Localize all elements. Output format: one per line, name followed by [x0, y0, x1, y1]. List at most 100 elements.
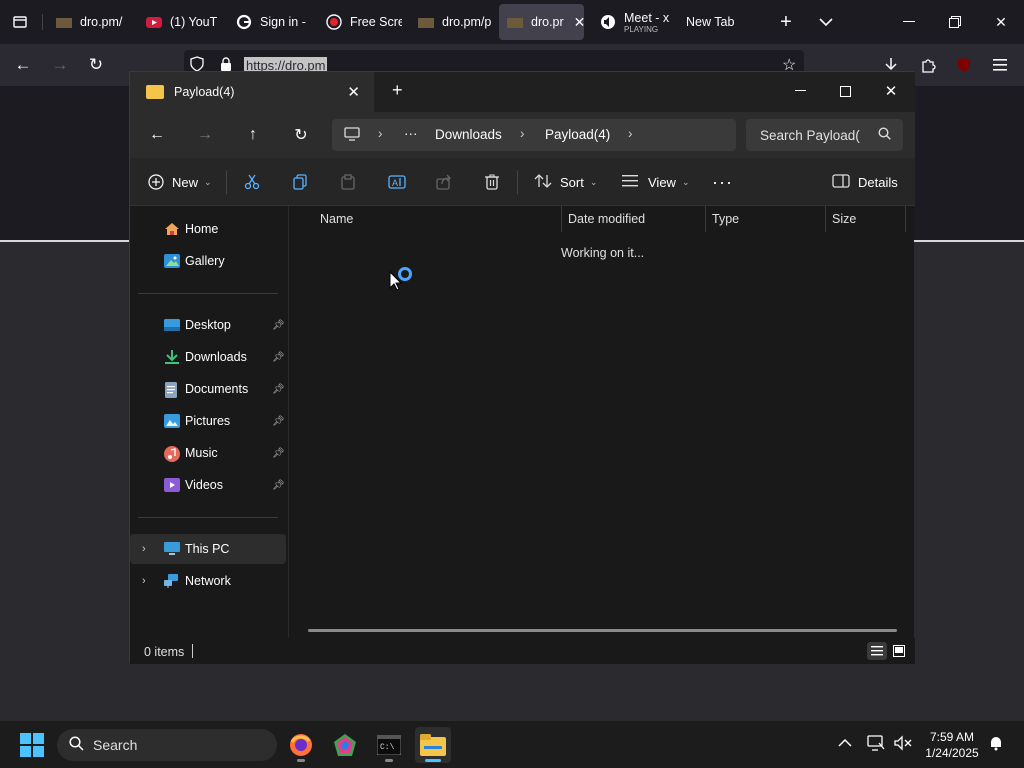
show-hidden-icons-chevron-up-icon[interactable] [838, 735, 852, 751]
sidebar-item-videos[interactable]: Videos 📌︎ [130, 470, 286, 500]
column-divider[interactable] [905, 206, 906, 232]
app-taskbar-icon[interactable] [327, 727, 363, 763]
details-button[interactable]: Details [832, 170, 898, 194]
hamburger-menu-icon[interactable] [985, 51, 1015, 79]
ublock-icon[interactable] [949, 51, 979, 79]
column-header-date-modified[interactable]: Date modified [568, 212, 645, 226]
documents-icon [164, 382, 180, 398]
restore-icon[interactable] [932, 0, 978, 44]
address-bar[interactable]: › ··· Downloads › Payload(4) › [332, 119, 736, 151]
speaker-icon[interactable] [600, 14, 616, 30]
column-header-type[interactable]: Type [712, 212, 739, 226]
delete-icon[interactable] [484, 170, 500, 194]
refresh-icon[interactable]: ↻ [286, 121, 316, 149]
forward-arrow-icon[interactable]: → [45, 51, 75, 79]
forward-arrow-icon[interactable]: → [190, 121, 220, 149]
chevron-right-icon[interactable]: › [628, 126, 633, 141]
sidebar-item-desktop[interactable]: Desktop 📌︎ [130, 310, 286, 340]
browser-tab[interactable]: dro.pm/ [48, 4, 130, 40]
firefox-taskbar-icon[interactable] [283, 727, 319, 763]
chevron-right-icon[interactable]: › [142, 575, 146, 587]
sidebar-item-this-pc[interactable]: › This PC [130, 534, 286, 564]
column-header-size[interactable]: Size [832, 212, 856, 226]
notification-bell-icon[interactable] [988, 735, 1004, 754]
extensions-icon[interactable] [913, 51, 943, 79]
pin-icon[interactable]: 📌︎ [272, 416, 285, 427]
breadcrumb-payload[interactable]: Payload(4) [545, 127, 610, 142]
chevron-right-icon[interactable]: › [378, 126, 383, 141]
see-more-button[interactable]: ··· [712, 170, 733, 194]
file-explorer-taskbar-icon[interactable] [415, 727, 451, 763]
column-divider[interactable] [705, 206, 706, 232]
column-header-name[interactable]: Name [320, 212, 353, 226]
pin-icon[interactable]: 📌︎ [272, 448, 285, 459]
tab-list-icon[interactable] [6, 8, 34, 36]
explorer-search-input[interactable]: Search Payload( [746, 119, 903, 151]
pin-icon[interactable]: 📌︎ [272, 352, 285, 363]
search-placeholder: Search Payload( [760, 127, 860, 143]
horizontal-scrollbar[interactable] [308, 629, 897, 632]
taskbar-search-input[interactable]: Search [57, 729, 277, 761]
sidebar-item-pictures[interactable]: Pictures 📌︎ [130, 406, 286, 436]
pin-icon[interactable]: 📌︎ [272, 320, 285, 331]
explorer-tab[interactable]: Payload(4) ✕ [130, 72, 374, 112]
close-icon[interactable]: ✕ [978, 0, 1024, 44]
details-view-icon[interactable] [867, 642, 887, 660]
paste-icon[interactable] [340, 170, 356, 194]
sidebar-item-documents[interactable]: Documents 📌︎ [130, 374, 286, 404]
minimize-icon[interactable] [777, 76, 823, 106]
sidebar-item-downloads[interactable]: Downloads 📌︎ [130, 342, 286, 372]
column-divider[interactable] [825, 206, 826, 232]
maximize-icon[interactable] [822, 76, 868, 106]
new-label: New [172, 174, 199, 190]
reload-icon[interactable]: ↻ [81, 51, 111, 79]
close-tab-icon[interactable]: ✕ [574, 14, 584, 31]
taskbar-clock[interactable]: 7:59 AM 1/24/2025 [920, 729, 984, 761]
browser-tab[interactable]: Meet - x PLAYING [592, 4, 672, 40]
sidebar-item-home[interactable]: Home [130, 214, 286, 244]
svg-text:C:\: C:\ [380, 743, 395, 752]
breadcrumb-downloads[interactable]: Downloads [435, 127, 502, 142]
browser-tab[interactable]: dro.pm/p [410, 4, 494, 40]
new-tab-icon[interactable]: + [392, 80, 403, 101]
sidebar-item-network[interactable]: › Network [130, 566, 286, 596]
rename-icon[interactable]: A [388, 170, 406, 194]
chevron-right-icon[interactable]: › [520, 126, 525, 141]
up-arrow-icon[interactable]: ↑ [238, 121, 268, 149]
browser-tab[interactable]: (1) YouT [138, 4, 224, 40]
minimize-icon[interactable] [886, 0, 932, 44]
sidebar-item-gallery[interactable]: Gallery [130, 246, 286, 276]
close-icon[interactable]: ✕ [868, 76, 914, 106]
copy-icon[interactable] [292, 170, 308, 194]
windows-start-icon[interactable] [20, 733, 44, 757]
chevron-down-icon[interactable] [812, 8, 840, 36]
view-button[interactable]: View ⌄ [622, 170, 690, 194]
sort-button[interactable]: Sort ⌄ [534, 170, 597, 194]
new-button[interactable]: New ⌄ [148, 170, 212, 194]
view-label: View [648, 174, 676, 190]
large-icons-view-icon[interactable] [889, 642, 909, 660]
network-status-icon[interactable] [867, 735, 885, 754]
volume-muted-icon[interactable] [894, 735, 912, 754]
browser-tab[interactable]: New Tab [678, 4, 764, 40]
back-arrow-icon[interactable]: ← [142, 121, 172, 149]
pin-icon[interactable]: 📌︎ [272, 480, 285, 491]
sidebar-item-music[interactable]: Music 📌︎ [130, 438, 286, 468]
browser-tab[interactable]: Sign in - [228, 4, 312, 40]
browser-tab[interactable]: Free Scre [318, 4, 402, 40]
new-tab-icon[interactable]: + [772, 8, 800, 36]
breadcrumb-overflow[interactable]: ··· [404, 126, 418, 141]
navigation-pane: Home Gallery Desktop 📌︎ Downloads 📌︎ Doc… [130, 206, 289, 638]
share-icon[interactable] [436, 170, 452, 194]
sidebar-item-label: Music [185, 446, 218, 460]
google-icon [236, 14, 252, 30]
chevron-right-icon[interactable]: › [142, 543, 146, 555]
pin-icon[interactable]: 📌︎ [272, 384, 285, 395]
terminal-taskbar-icon[interactable]: C:\ [371, 727, 407, 763]
column-divider[interactable] [561, 206, 562, 232]
back-arrow-icon[interactable]: ← [8, 51, 38, 79]
monitor-icon[interactable] [344, 127, 360, 144]
close-tab-icon[interactable]: ✕ [347, 83, 360, 101]
browser-tab-active[interactable]: dro.pr ✕ [499, 4, 584, 40]
cut-icon[interactable] [244, 170, 260, 194]
